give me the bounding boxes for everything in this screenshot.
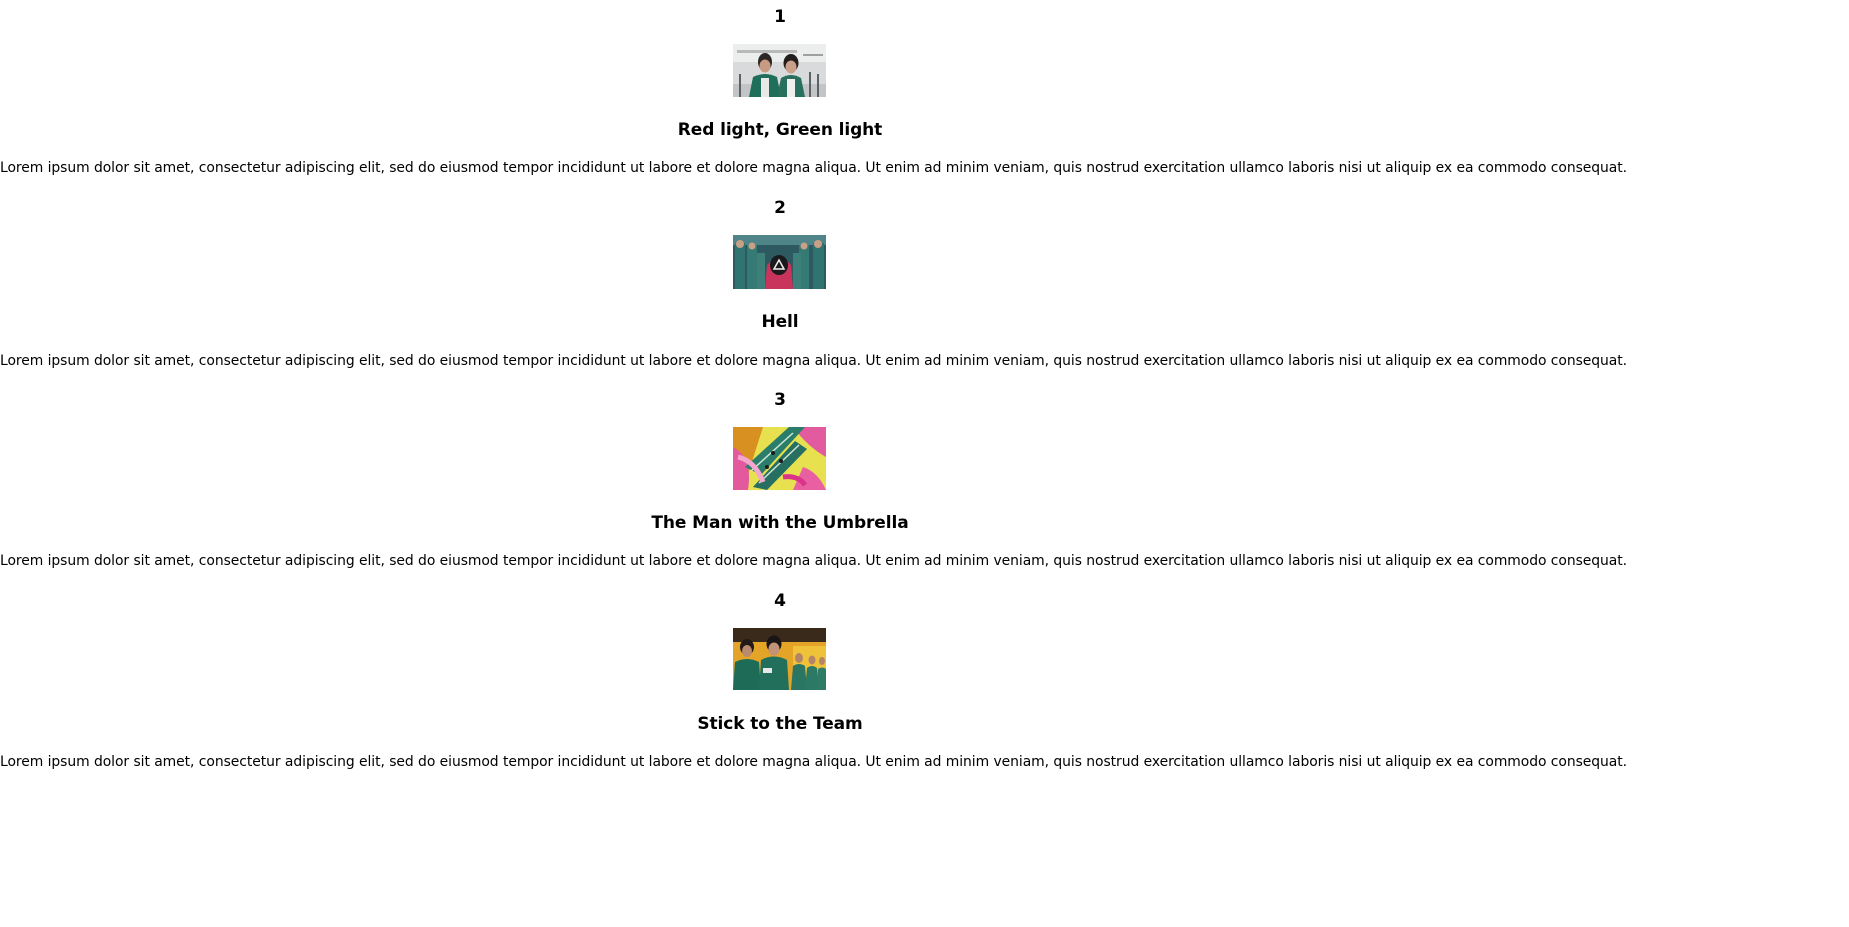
episode-title: Hell <box>761 312 799 332</box>
episode-description: Lorem ipsum dolor sit amet, consectetur … <box>0 553 1628 569</box>
episode-description: Lorem ipsum dolor sit amet, consectetur … <box>0 353 1628 369</box>
episode-number: 2 <box>774 198 786 218</box>
episode-description: Lorem ipsum dolor sit amet, consectetur … <box>0 754 1628 770</box>
episode-list: 1 Red light, Green light Lorem ipsum dol… <box>0 0 1628 927</box>
episode-thumbnail <box>733 427 826 490</box>
episode-description: Lorem ipsum dolor sit amet, consectetur … <box>0 160 1628 176</box>
episode-number: 1 <box>774 7 786 27</box>
episode-thumbnail <box>733 628 826 690</box>
episode-title: Stick to the Team <box>697 714 863 734</box>
episode-number: 4 <box>774 591 786 611</box>
episode-thumbnail <box>733 44 826 97</box>
thumbnail-image-stairs <box>733 427 826 490</box>
episode-title: Red light, Green light <box>677 120 883 140</box>
episode-thumbnail <box>733 235 826 289</box>
episode-title: The Man with the Umbrella <box>651 513 909 533</box>
episode-number: 3 <box>774 390 786 410</box>
thumbnail-image-players <box>733 44 826 97</box>
thumbnail-image-team <box>733 628 826 690</box>
thumbnail-image-guard <box>733 235 826 289</box>
